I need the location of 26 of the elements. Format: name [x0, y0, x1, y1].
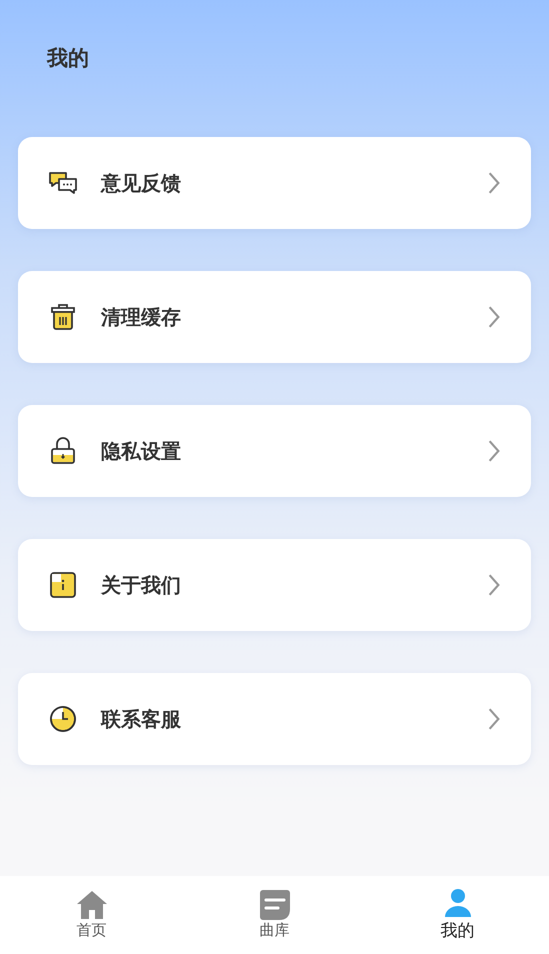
menu-label: 隐私设置 — [101, 438, 182, 464]
home-icon — [76, 890, 108, 920]
document-icon — [258, 890, 290, 920]
menu-label: 清理缓存 — [101, 304, 182, 330]
chevron-right-icon — [487, 305, 501, 329]
chat-bubbles-icon — [48, 169, 78, 197]
clock-icon — [48, 705, 78, 733]
info-icon — [48, 571, 78, 599]
trash-icon — [48, 303, 78, 331]
menu-label: 联系客服 — [101, 706, 182, 732]
menu-item[interactable]: 清理缓存 — [18, 271, 531, 363]
page-title: 我的 — [47, 45, 90, 72]
nav-tab[interactable]: 我的 — [412, 888, 502, 942]
menu-item[interactable]: 联系客服 — [18, 673, 531, 765]
chevron-right-icon — [487, 573, 501, 597]
menu-label: 关于我们 — [101, 572, 182, 598]
menu-item[interactable]: 隐私设置 — [18, 405, 531, 497]
menu-label: 意见反馈 — [101, 170, 182, 196]
menu-item[interactable]: 意见反馈 — [18, 137, 531, 229]
menu-item[interactable]: 关于我们 — [18, 539, 531, 631]
chevron-right-icon — [487, 439, 501, 463]
padlock-icon — [48, 437, 78, 465]
chevron-right-icon — [487, 707, 501, 731]
nav-tab[interactable]: 曲库 — [230, 890, 320, 940]
nav-tab[interactable]: 首页 — [46, 890, 136, 940]
chevron-right-icon — [487, 171, 501, 195]
